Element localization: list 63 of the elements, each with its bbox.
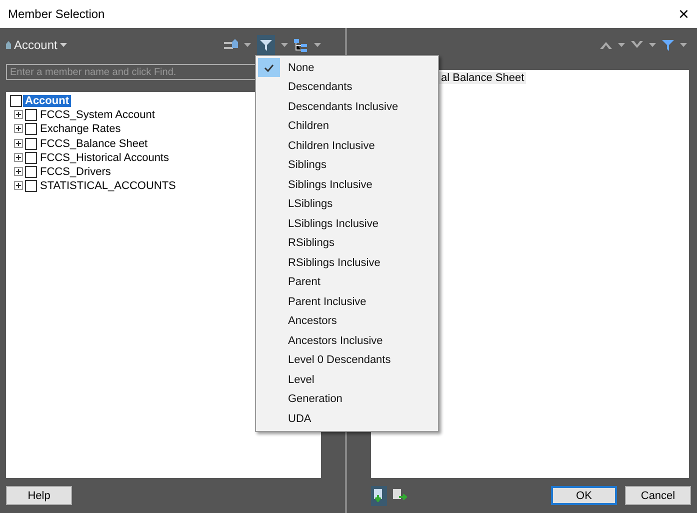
caret-icon[interactable]: [281, 43, 288, 47]
menu-item[interactable]: LSiblings: [256, 194, 438, 214]
menu-item[interactable]: UDA: [256, 409, 438, 428]
menu-item[interactable]: Descendants: [256, 78, 438, 97]
window-title: Member Selection: [8, 7, 105, 21]
ok-button[interactable]: OK: [551, 486, 617, 505]
dimension-dropdown[interactable]: Account: [6, 38, 68, 52]
menu-item[interactable]: Level 0 Descendants: [256, 350, 438, 370]
checkbox[interactable]: [25, 123, 37, 136]
checkbox[interactable]: [25, 180, 37, 192]
add-button[interactable]: [371, 486, 387, 506]
menu-item[interactable]: Children: [256, 116, 438, 136]
menu-item[interactable]: Parent Inclusive: [256, 292, 438, 312]
menu-item[interactable]: Ancestors Inclusive: [256, 331, 438, 350]
menu-item[interactable]: Siblings: [256, 156, 438, 175]
caret-icon: [60, 43, 68, 47]
menu-item[interactable]: Descendants Inclusive: [256, 97, 438, 116]
expand-icon[interactable]: [14, 152, 24, 163]
caret-icon[interactable]: [649, 43, 656, 47]
dimension-icon: [6, 41, 11, 49]
help-button[interactable]: Help: [6, 486, 72, 505]
caret-icon[interactable]: [680, 43, 687, 47]
checkbox[interactable]: [10, 95, 22, 108]
move-down-icon[interactable]: [631, 41, 643, 49]
filter-icon[interactable]: [260, 40, 272, 50]
menu-item[interactable]: Generation: [256, 390, 438, 409]
expand-icon[interactable]: [14, 181, 24, 192]
expand-icon[interactable]: [14, 124, 24, 134]
expand-icon[interactable]: [14, 138, 24, 149]
caret-icon[interactable]: [244, 43, 251, 47]
menu-item[interactable]: RSiblings Inclusive: [256, 253, 438, 272]
checkbox[interactable]: [25, 109, 37, 122]
filter-button[interactable]: [257, 35, 275, 55]
menu-item[interactable]: Siblings Inclusive: [256, 175, 438, 194]
hierarchy-icon[interactable]: [294, 38, 308, 52]
export-icon[interactable]: [393, 489, 407, 502]
member-icon[interactable]: [224, 39, 238, 51]
menu-item[interactable]: RSiblings: [256, 234, 438, 253]
close-button[interactable]: ×: [678, 5, 689, 23]
checkbox[interactable]: [25, 166, 37, 178]
tree-item[interactable]: FCCS_Balance Sheet: [38, 138, 150, 150]
tree-item[interactable]: Exchange Rates: [38, 123, 123, 136]
menu-item[interactable]: LSiblings Inclusive: [256, 214, 438, 234]
menu-item[interactable]: Ancestors: [256, 312, 438, 331]
caret-icon[interactable]: [314, 43, 321, 47]
selected-member[interactable]: al Balance Sheet: [439, 72, 526, 84]
checkbox[interactable]: [25, 152, 37, 164]
tree-item[interactable]: STATISTICAL_ACCOUNTS: [38, 180, 178, 192]
tree-item[interactable]: FCCS_System Account: [38, 109, 157, 122]
move-up-icon[interactable]: [600, 41, 612, 49]
cancel-button[interactable]: Cancel: [625, 486, 691, 505]
tree-item[interactable]: FCCS_Drivers: [38, 166, 113, 178]
menu-item[interactable]: Level: [256, 370, 438, 390]
tree-item[interactable]: Account: [23, 95, 71, 108]
menu-item[interactable]: Parent: [256, 272, 438, 292]
menu-item[interactable]: Children Inclusive: [256, 136, 438, 156]
tree-item[interactable]: FCCS_Historical Accounts: [38, 152, 171, 164]
caret-icon[interactable]: [618, 43, 625, 47]
checkbox[interactable]: [25, 138, 37, 150]
filter-icon[interactable]: [662, 40, 674, 50]
expand-icon[interactable]: [14, 167, 24, 178]
expand-icon[interactable]: [14, 110, 24, 120]
document-icon: [374, 489, 384, 502]
